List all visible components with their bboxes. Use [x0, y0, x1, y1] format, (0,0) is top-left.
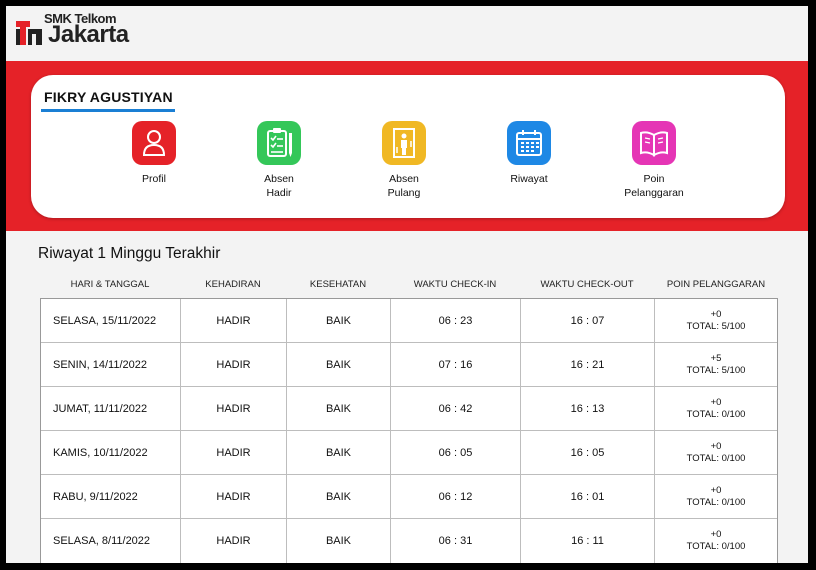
menu-item-absen-pulang[interactable]: Absen Pulang — [349, 121, 459, 200]
history-table: SELASA, 15/11/2022 HADIR BAIK 06 : 23 16… — [40, 298, 778, 563]
table-row: KAMIS, 10/11/2022 HADIR BAIK 06 : 05 16 … — [41, 431, 777, 475]
menu-item-absen-hadir[interactable]: Absen Hadir — [224, 121, 334, 200]
column-header-attendance: KEHADIRAN — [205, 279, 261, 290]
points-delta: +0 — [710, 309, 722, 320]
points-total: TOTAL: 0/100 — [686, 409, 746, 420]
cell-checkin: 07 : 16 — [391, 343, 521, 387]
points-delta: +0 — [710, 397, 722, 408]
profile-icon — [132, 121, 176, 165]
table-row: SELASA, 8/11/2022 HADIR BAIK 06 : 31 16 … — [41, 519, 777, 563]
cell-points: +0 TOTAL: 0/100 — [655, 387, 777, 431]
table-row: JUMAT, 11/11/2022 HADIR BAIK 06 : 42 16 … — [41, 387, 777, 431]
calendar-icon — [507, 121, 551, 165]
points-total: TOTAL: 0/100 — [686, 497, 746, 508]
cell-checkin: 06 : 05 — [391, 431, 521, 475]
cell-attendance: HADIR — [181, 343, 287, 387]
cell-health: BAIK — [287, 343, 391, 387]
cell-date: RABU, 9/11/2022 — [41, 475, 181, 519]
menu-label-riwayat: Riwayat — [510, 173, 548, 185]
points-delta: +0 — [710, 485, 722, 496]
points-total: TOTAL: 5/100 — [686, 321, 746, 332]
column-header-checkin: WAKTU CHECK-IN — [413, 279, 497, 290]
cell-attendance: HADIR — [181, 387, 287, 431]
cell-attendance: HADIR — [181, 299, 287, 343]
logo-main-text: Jakarta — [48, 21, 129, 48]
cell-health: BAIK — [287, 431, 391, 475]
column-header-checkout: WAKTU CHECK-OUT — [540, 279, 634, 290]
menu-label-poin-pelanggaran: Poin Pelanggaran — [624, 173, 684, 199]
telkom-logo-icon — [16, 21, 42, 45]
cell-date: KAMIS, 10/11/2022 — [41, 431, 181, 475]
cell-checkout: 16 : 07 — [521, 299, 655, 343]
menu-item-poin-pelanggaran[interactable]: Poin Pelanggaran — [599, 121, 709, 200]
cell-health: BAIK — [287, 519, 391, 563]
points-delta: +5 — [710, 353, 722, 364]
table-row: SELASA, 15/11/2022 HADIR BAIK 06 : 23 16… — [41, 299, 777, 343]
cell-checkin: 06 : 12 — [391, 475, 521, 519]
cell-points: +0 TOTAL: 0/100 — [655, 431, 777, 475]
open-book-icon — [632, 121, 676, 165]
cell-checkout: 16 : 01 — [521, 475, 655, 519]
cell-points: +0 TOTAL: 0/100 — [655, 475, 777, 519]
cell-checkin: 06 : 23 — [391, 299, 521, 343]
menu-card: FIKRY AGUSTIYAN Profil Absen Hadir Absen… — [31, 75, 785, 218]
table-header: HARI & TANGGAL KEHADIRAN KESEHATAN WAKTU… — [40, 279, 776, 299]
menu-label-absen-pulang: Absen Pulang — [387, 173, 421, 199]
section-title: Riwayat 1 Minggu Terakhir — [38, 245, 221, 262]
table-row: RABU, 9/11/2022 HADIR BAIK 06 : 12 16 : … — [41, 475, 777, 519]
menu-label-profil: Profil — [142, 173, 166, 185]
cell-attendance: HADIR — [181, 519, 287, 563]
cell-health: BAIK — [287, 475, 391, 519]
cell-checkout: 16 : 11 — [521, 519, 655, 563]
points-delta: +0 — [710, 529, 722, 540]
column-header-points: POIN PELANGGARAN — [666, 279, 766, 290]
menu-item-riwayat[interactable]: Riwayat — [474, 121, 584, 186]
cell-checkout: 16 : 21 — [521, 343, 655, 387]
cell-health: BAIK — [287, 387, 391, 431]
cell-date: SELASA, 8/11/2022 — [41, 519, 181, 563]
top-bar: SMK Telkom Jakarta — [6, 6, 808, 61]
points-delta: +0 — [710, 441, 722, 452]
table-row: SENIN, 14/11/2022 HADIR BAIK 07 : 16 16 … — [41, 343, 777, 387]
points-total: TOTAL: 0/100 — [686, 453, 746, 464]
history-section: Riwayat 1 Minggu Terakhir HARI & TANGGAL… — [26, 231, 808, 563]
cell-checkout: 16 : 05 — [521, 431, 655, 475]
cell-date: SELASA, 15/11/2022 — [41, 299, 181, 343]
user-name: FIKRY AGUSTIYAN — [44, 89, 173, 105]
cell-date: SENIN, 14/11/2022 — [41, 343, 181, 387]
school-logo[interactable]: SMK Telkom Jakarta — [14, 11, 184, 51]
cell-points: +0 TOTAL: 5/100 — [655, 299, 777, 343]
cell-checkout: 16 : 13 — [521, 387, 655, 431]
user-name-underline — [41, 109, 175, 112]
cell-date: JUMAT, 11/11/2022 — [41, 387, 181, 431]
column-header-date: HARI & TANGGAL — [70, 279, 150, 290]
cell-health: BAIK — [287, 299, 391, 343]
menu-item-profil[interactable]: Profil — [99, 121, 209, 186]
cell-attendance: HADIR — [181, 431, 287, 475]
menu-label-absen-hadir: Absen Hadir — [264, 173, 294, 199]
points-total: TOTAL: 5/100 — [686, 365, 746, 376]
cell-checkin: 06 : 31 — [391, 519, 521, 563]
exit-door-icon — [382, 121, 426, 165]
cell-points: +5 TOTAL: 5/100 — [655, 343, 777, 387]
app-window: SMK Telkom Jakarta FIKRY AGUSTIYAN Profi… — [6, 6, 808, 563]
column-header-health: KESEHATAN — [309, 279, 367, 290]
cell-attendance: HADIR — [181, 475, 287, 519]
clipboard-checklist-icon — [257, 121, 301, 165]
cell-points: +0 TOTAL: 0/100 — [655, 519, 777, 563]
points-total: TOTAL: 0/100 — [686, 541, 746, 552]
cell-checkin: 06 : 42 — [391, 387, 521, 431]
